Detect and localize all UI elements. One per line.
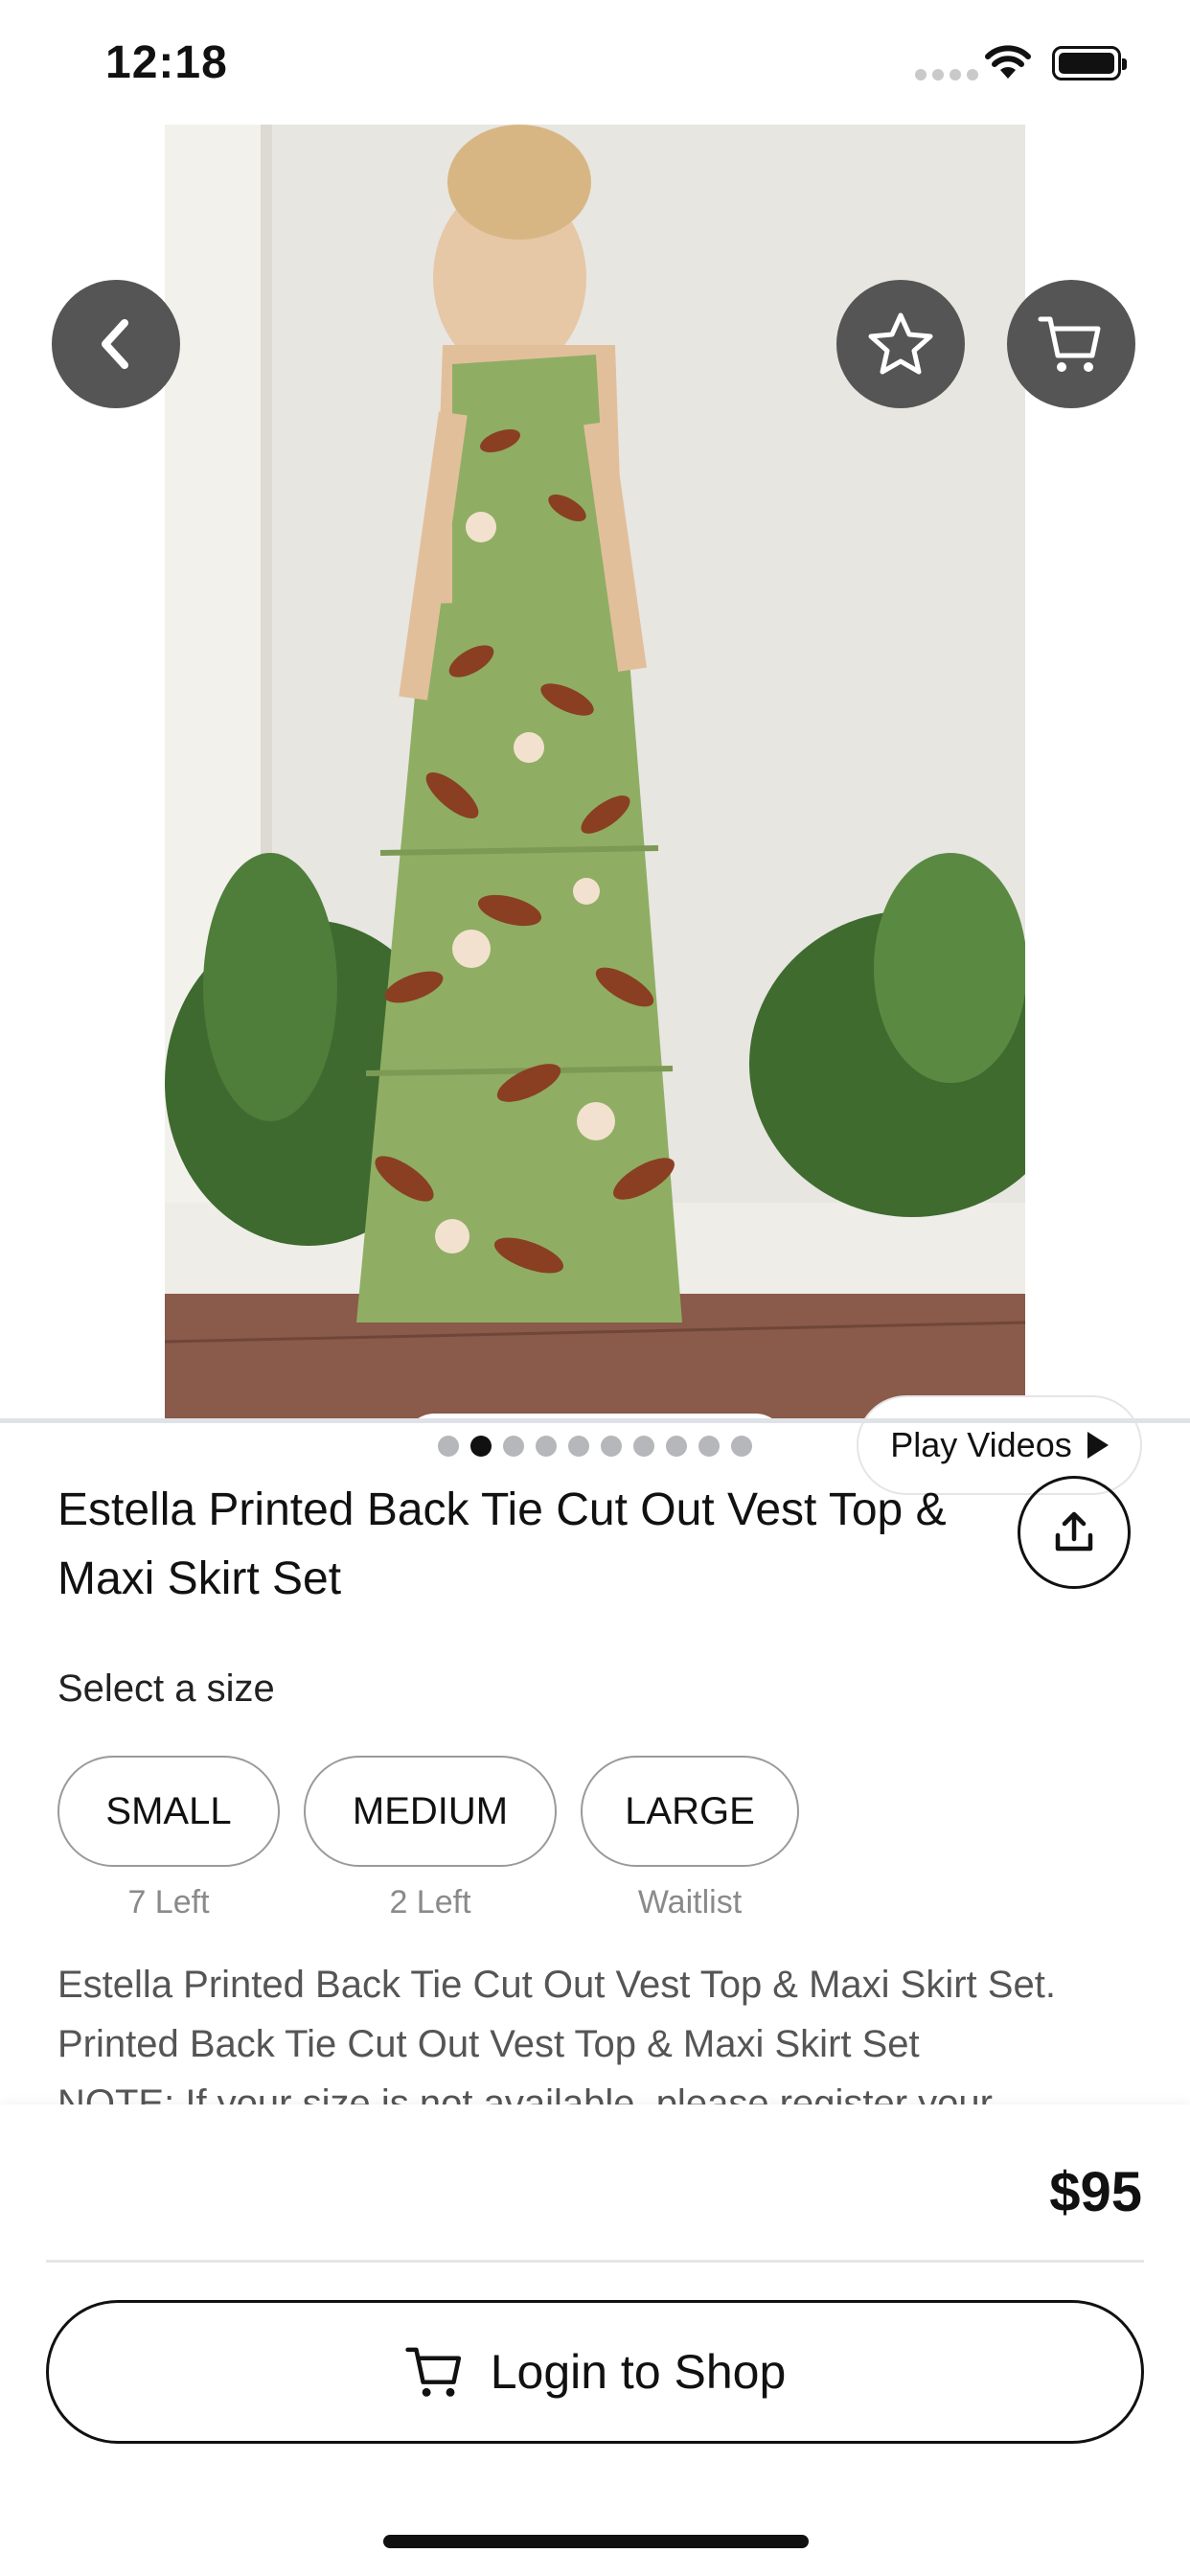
product-price: $95 [1049,2161,1142,2223]
share-icon [1055,1511,1093,1552]
description-line: Printed Back Tie Cut Out Vest Top & Maxi… [57,2023,920,2065]
battery-icon [1052,46,1127,80]
image-pager[interactable] [402,1414,788,1479]
purchase-bar-divider [46,2260,1144,2263]
product-title: Estella Printed Back Tie Cut Out Vest To… [57,1484,947,1604]
star-icon [868,312,933,375]
play-videos-label: Play Videos [890,1425,1072,1464]
pager-dot[interactable] [568,1436,589,1457]
pager-dot[interactable] [698,1436,720,1457]
wifi-icon [985,45,1031,79]
size-availability-small: 7 Left [127,1884,210,1920]
gallery-divider [0,1418,1190,1423]
size-option-large[interactable]: LARGE Waitlist [581,1756,799,1921]
share-button[interactable] [1018,1476,1131,1589]
size-button-medium[interactable]: MEDIUM [304,1756,557,1867]
size-availability-large: Waitlist [637,1884,743,1920]
purchase-bar: $95 Login to Shop [0,2104,1190,2576]
pager-dot[interactable] [731,1436,752,1457]
login-to-shop-button[interactable]: Login to Shop [46,2300,1144,2444]
size-button-small[interactable]: SMALL [57,1756,280,1867]
description-line: NOTE: If your size is not available, ple… [57,2082,993,2108]
play-icon [1087,1432,1109,1459]
pager-dot[interactable] [601,1436,622,1457]
home-indicator[interactable] [383,2535,809,2548]
product-gallery[interactable]: Play Videos [0,125,1190,1495]
size-button-large[interactable]: LARGE [581,1756,799,1867]
product-description: Estella Printed Back Tie Cut Out Vest To… [57,1955,1140,2108]
description-line: Estella Printed Back Tie Cut Out Vest To… [57,1964,1056,2006]
status-bar: 12:18 [0,0,1190,126]
cart-icon [1038,316,1101,372]
favorite-button[interactable] [836,280,965,408]
cart-button[interactable] [1007,280,1135,408]
size-availability-medium: 2 Left [389,1884,471,1920]
back-button[interactable] [52,280,180,408]
login-to-shop-label: Login to Shop [490,2345,787,2399]
cart-icon [405,2347,461,2397]
chevron-left-icon [102,319,128,369]
pager-dot[interactable] [633,1436,654,1457]
select-size-label: Select a size [57,1668,275,1710]
pager-dot[interactable] [438,1436,459,1457]
pager-dot[interactable] [536,1436,557,1457]
size-option-small[interactable]: SMALL 7 Left [57,1756,280,1921]
size-option-medium[interactable]: MEDIUM 2 Left [304,1756,557,1921]
pager-dot[interactable] [666,1436,687,1457]
cellular-signal-icon [915,69,978,80]
status-time: 12:18 [105,37,228,88]
pager-dot[interactable] [470,1436,492,1457]
pager-dot[interactable] [503,1436,524,1457]
